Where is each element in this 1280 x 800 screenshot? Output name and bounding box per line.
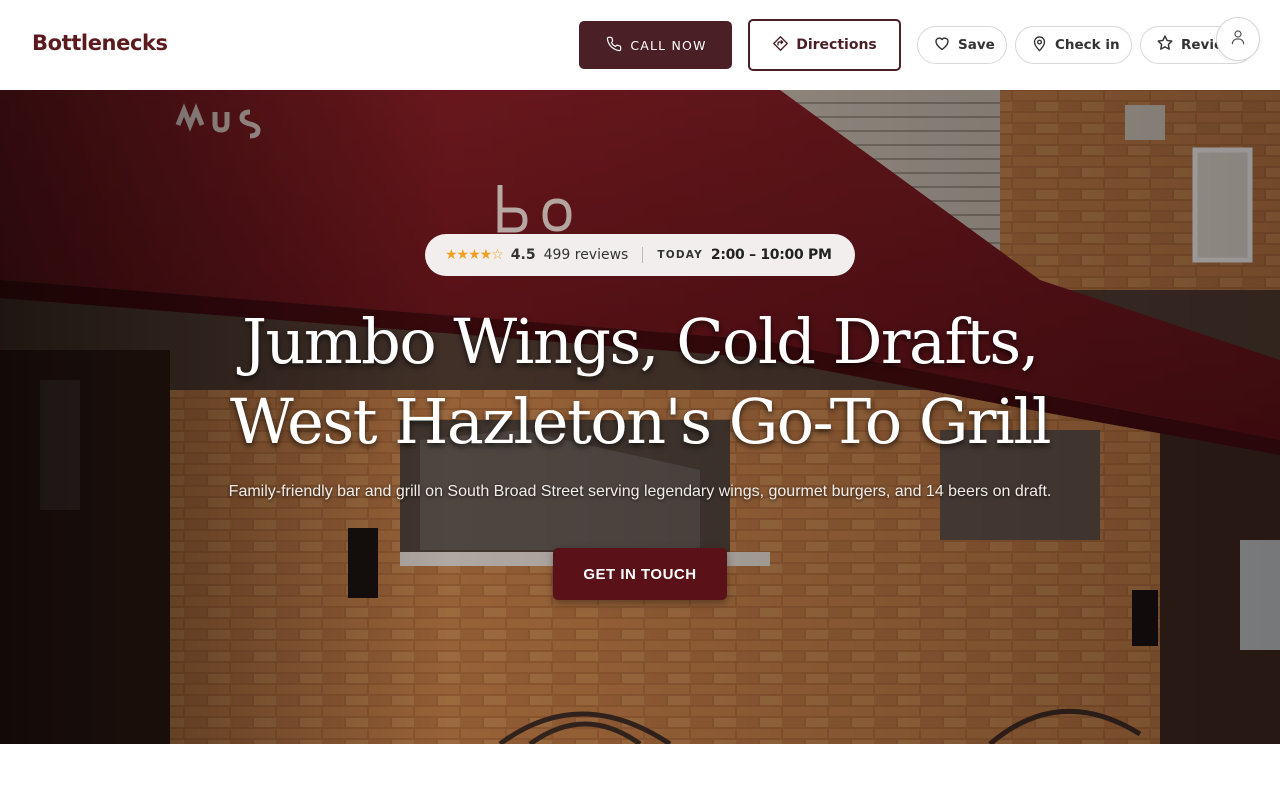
rating-hours-pill: ★★★★☆ 4.5 499 reviews TODAY 2:00 – 10:00… [425,234,855,276]
heart-icon [933,34,951,56]
call-now-label: CALL NOW [630,37,707,53]
headline-line-1: Jumbo Wings, Cold Drafts, [242,305,1039,378]
save-button[interactable]: Save [917,26,1007,64]
pill-divider [642,247,644,263]
user-icon [1229,28,1247,50]
review-count[interactable]: 499 reviews [544,247,629,263]
rating-stars: ★★★★☆ [445,247,504,263]
directions-button[interactable]: Directions [748,19,901,71]
directions-label: Directions [796,37,877,53]
star-outline-icon [1156,34,1174,56]
save-label: Save [958,37,995,53]
today-label: TODAY [657,249,703,261]
headline-line-2: West Hazleton's Go-To Grill [229,385,1052,458]
rating-value: 4.5 [510,247,536,263]
hero-subtitle: Family-friendly bar and grill on South B… [228,483,1052,500]
check-in-button[interactable]: Check in [1015,26,1132,64]
directions-icon [772,35,789,56]
account-avatar-button[interactable] [1216,17,1260,61]
check-in-label: Check in [1055,37,1120,53]
get-in-touch-button[interactable]: GET IN TOUCH [553,548,727,600]
phone-icon [606,36,622,55]
today-hours: 2:00 – 10:00 PM [710,247,832,263]
location-pin-icon [1031,35,1048,56]
hero-section: ★★★★☆ 4.5 499 reviews TODAY 2:00 – 10:00… [0,90,1280,744]
hero-headline: Jumbo Wings, Cold Drafts, West Hazleton'… [140,302,1140,462]
site-header: Bottlenecks CALL NOW Directions Save Che… [0,0,1280,90]
site-logo[interactable]: Bottlenecks [32,31,168,55]
call-now-button[interactable]: CALL NOW [579,21,732,69]
